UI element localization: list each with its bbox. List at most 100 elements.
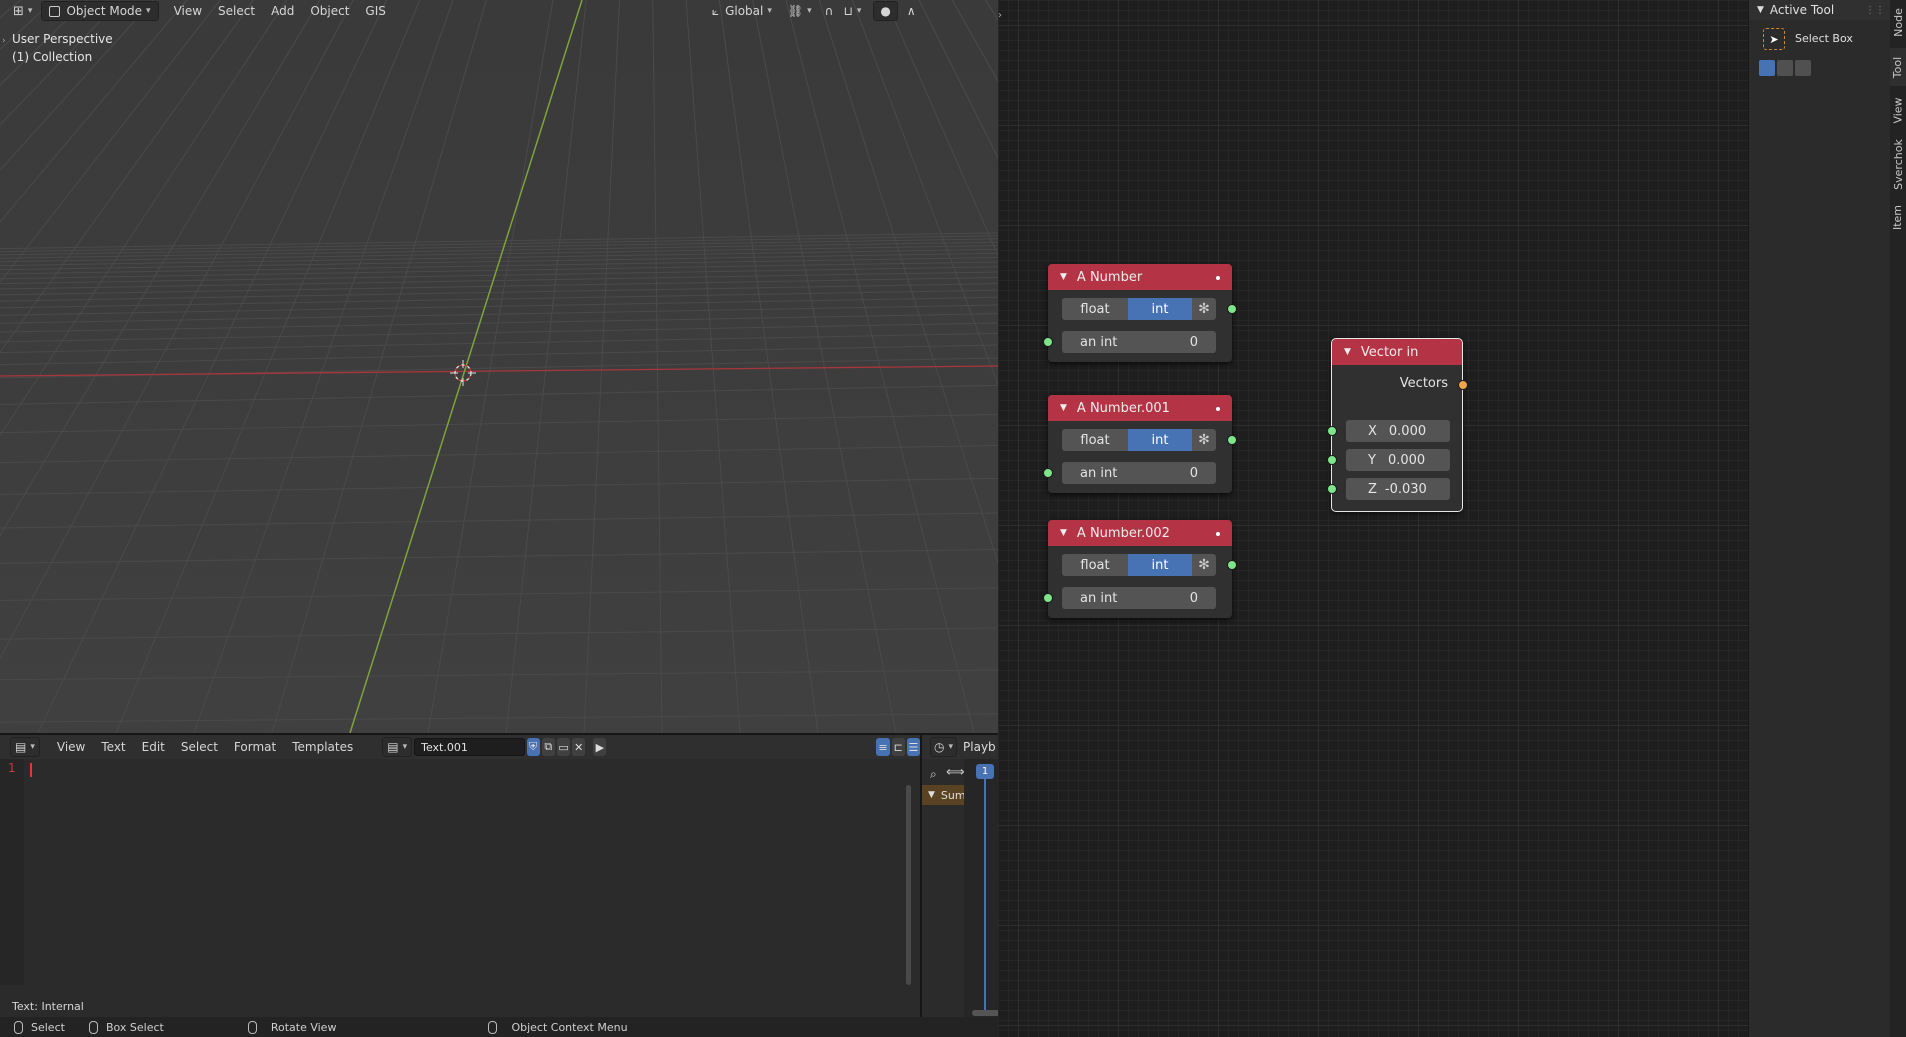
horizontal-scrollbar[interactable] (972, 1010, 998, 1016)
3d-viewport[interactable]: ⊞ ▾ Object Mode ▾ View Select Add Object … (0, 0, 998, 733)
snap-toggle[interactable]: ∩ (821, 1, 838, 21)
syntax-highlight-toggle-icon[interactable]: ☰ (906, 738, 920, 756)
menu-edit[interactable]: Edit (135, 737, 172, 757)
output-socket[interactable] (1227, 560, 1237, 570)
mode-float-button[interactable]: float (1062, 554, 1128, 576)
mode-selector[interactable]: Object Mode ▾ (41, 1, 159, 21)
text-name-field[interactable]: Text.001 (414, 738, 525, 756)
tab-sverchok[interactable]: Sverchok (1890, 134, 1906, 194)
y-input-socket[interactable] (1327, 455, 1337, 465)
timeline-area[interactable] (964, 759, 998, 1017)
an-int-field[interactable]: an int 0 (1062, 331, 1216, 353)
menu-add[interactable]: Add (264, 1, 301, 21)
node-header[interactable]: ▼ A Number (1048, 264, 1232, 290)
editor-type-button[interactable]: ◷ ▾ (930, 737, 958, 757)
orientation-icon: ⟀ (711, 3, 720, 18)
menu-text[interactable]: Text (94, 737, 132, 757)
viewport-header: ⊞ ▾ Object Mode ▾ View Select Add Object … (0, 0, 998, 22)
node-options-dot-icon[interactable] (1216, 532, 1220, 536)
unlink-close-icon[interactable]: ✕ (572, 738, 586, 756)
node-editor-sidebar: ▼ Active Tool ⋮⋮ ➤ Select Box (1748, 0, 1891, 1037)
node-a-number[interactable]: ▼ A Number float int ✻ an int 0 (1043, 264, 1237, 362)
y-field[interactable]: Y 0.000 (1346, 449, 1450, 471)
x-field[interactable]: X 0.000 (1346, 420, 1450, 442)
tab-tool[interactable]: Tool (1890, 48, 1906, 86)
editor-type-button[interactable]: ⊞ ▾ (6, 1, 39, 21)
menu-view[interactable]: View (50, 737, 92, 757)
node-vector-in[interactable]: ▼ Vector in Vectors X 0.000 Y 0.000 Z -0.030 (1327, 338, 1468, 512)
node-options-dot-icon[interactable] (1216, 407, 1220, 411)
x-input-socket[interactable] (1327, 426, 1337, 436)
active-tool-panel-header[interactable]: ▼ Active Tool ⋮⋮ (1749, 0, 1891, 20)
mode-int-button[interactable]: int (1128, 298, 1192, 320)
summary-channel[interactable]: ▼ Sum (922, 785, 966, 805)
settings-gear-icon[interactable]: ✻ (1192, 429, 1216, 451)
tab-item[interactable]: Item (1890, 198, 1906, 236)
editor-type-button[interactable]: ▤ ▾ (10, 737, 40, 757)
input-socket[interactable] (1043, 593, 1053, 603)
mode-float-button[interactable]: float (1062, 429, 1128, 451)
mode-int-button[interactable]: int (1128, 429, 1192, 451)
mode-int-button[interactable]: int (1128, 554, 1192, 576)
word-wrap-toggle-icon[interactable]: ⊏ (891, 738, 905, 756)
playhead-line[interactable] (984, 765, 986, 1010)
proportional-edit-toggle[interactable]: ● (873, 1, 898, 21)
run-script-icon[interactable]: ▶ (593, 738, 607, 756)
menu-templates[interactable]: Templates (285, 737, 360, 757)
mode-float-button[interactable]: float (1062, 298, 1128, 320)
node-a-number-001[interactable]: ▼ A Number.001 float int ✻ an int 0 (1043, 395, 1237, 493)
swap-icon[interactable]: ⟺ (946, 765, 965, 780)
fake-user-shield-icon[interactable]: ⛨ (526, 738, 540, 756)
vertical-scrollbar[interactable] (906, 785, 911, 985)
mode-new-selection-icon[interactable] (1759, 60, 1775, 76)
3d-cursor-icon[interactable] (450, 360, 476, 386)
collapse-triangle-icon[interactable]: ▼ (1060, 528, 1067, 538)
pivot-point-button[interactable]: ⛓ ▾ (781, 1, 819, 21)
toolbar-expand-icon[interactable]: › (2, 36, 6, 46)
falloff-button[interactable]: ∧ (900, 1, 923, 21)
search-icon[interactable]: ⌕ (930, 767, 937, 782)
node-header[interactable]: ▼ A Number.002 (1048, 520, 1232, 546)
menu-gis[interactable]: GIS (358, 1, 392, 21)
line-numbers-toggle-icon[interactable]: ≡ (876, 738, 890, 756)
collapse-triangle-icon[interactable]: ▼ (1344, 347, 1351, 357)
node-options-dot-icon[interactable] (1216, 276, 1220, 280)
new-text-icon[interactable]: ⧉ (541, 738, 555, 756)
z-input-socket[interactable] (1327, 484, 1337, 494)
node-editor[interactable]: › ▼ A Number float int ✻ an int 0 ▼ A Numbe… (998, 0, 1748, 1037)
menu-view[interactable]: View (167, 1, 209, 21)
settings-gear-icon[interactable]: ✻ (1192, 554, 1216, 576)
menu-playback[interactable]: Playb (963, 740, 996, 754)
menu-format[interactable]: Format (227, 737, 283, 757)
an-int-field[interactable]: an int 0 (1062, 462, 1216, 484)
menu-select[interactable]: Select (174, 737, 225, 757)
text-area[interactable] (24, 759, 908, 985)
mode-extend-selection-icon[interactable] (1777, 60, 1793, 76)
z-field[interactable]: Z -0.030 (1346, 478, 1450, 500)
menu-select[interactable]: Select (211, 1, 262, 21)
tab-view[interactable]: View (1890, 90, 1906, 130)
select-box-tool-icon[interactable]: ➤ (1763, 28, 1785, 50)
output-socket[interactable] (1227, 304, 1237, 314)
current-frame-indicator[interactable]: 1 (976, 764, 994, 779)
output-socket[interactable] (1227, 435, 1237, 445)
vectors-output-socket[interactable] (1458, 380, 1468, 390)
node-header[interactable]: ▼ Vector in (1332, 339, 1462, 365)
toolbar-expand-icon[interactable]: › (998, 10, 1002, 21)
settings-gear-icon[interactable]: ✻ (1192, 298, 1216, 320)
node-header[interactable]: ▼ A Number.001 (1048, 395, 1232, 421)
node-a-number-002[interactable]: ▼ A Number.002 float int ✻ an int 0 (1043, 520, 1237, 618)
mode-subtract-selection-icon[interactable] (1795, 60, 1811, 76)
snap-target-button[interactable]: ⊔ ▾ (839, 1, 865, 21)
input-socket[interactable] (1043, 337, 1053, 347)
collapse-triangle-icon[interactable]: ▼ (1060, 403, 1067, 413)
menu-object[interactable]: Object (303, 1, 356, 21)
open-folder-icon[interactable]: ▭ (556, 738, 571, 756)
tab-node[interactable]: Node (1890, 0, 1906, 44)
an-int-field[interactable]: an int 0 (1062, 587, 1216, 609)
text-browse-button[interactable]: ▤ ▾ (382, 737, 413, 757)
transform-orientation-selector[interactable]: ⟀ Global ▾ (705, 1, 779, 21)
collapse-triangle-icon[interactable]: ▼ (1060, 272, 1067, 282)
drag-handle-icon[interactable]: ⋮⋮ (1865, 5, 1885, 16)
input-socket[interactable] (1043, 468, 1053, 478)
